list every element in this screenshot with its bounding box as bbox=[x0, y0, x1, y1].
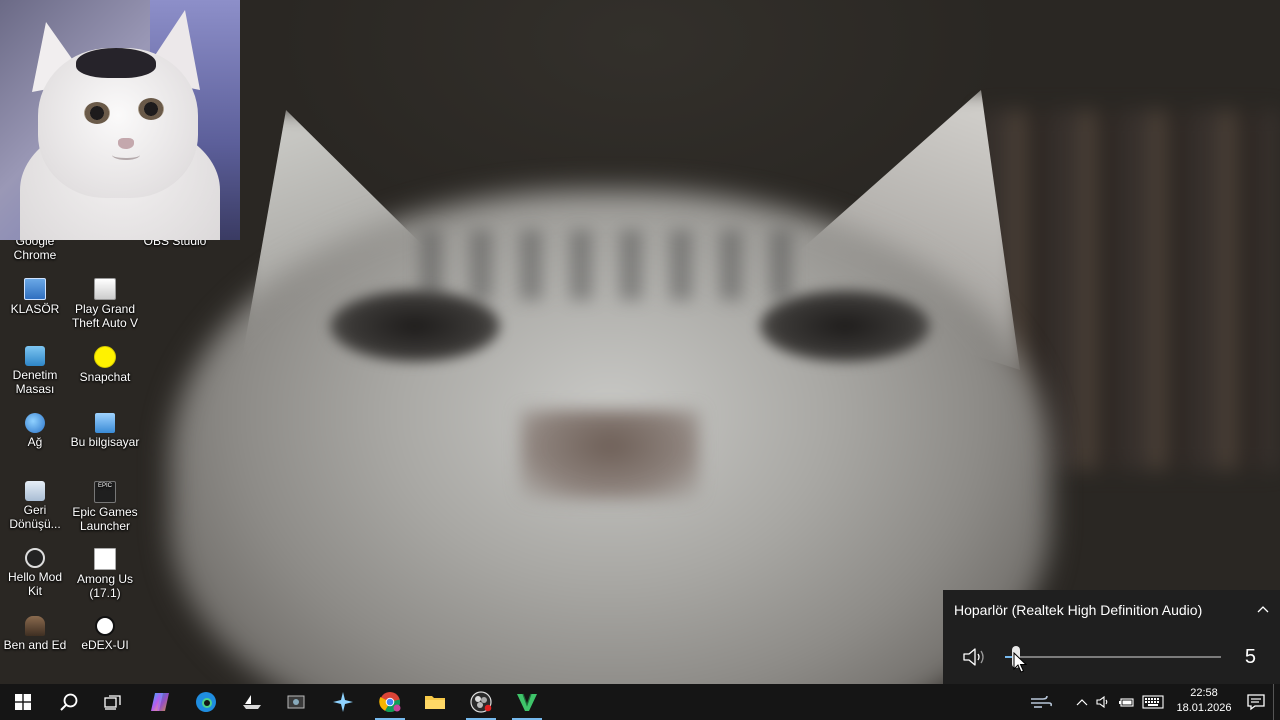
taskbar-app-1[interactable] bbox=[229, 684, 275, 720]
webcam-cat-eye-left bbox=[84, 102, 110, 124]
chrome-icon bbox=[379, 692, 401, 713]
desktop-icon-network[interactable]: Ağ bbox=[0, 413, 70, 449]
desktop-icon-label: Denetim Masası bbox=[12, 368, 58, 396]
taskbar-vegas[interactable] bbox=[504, 684, 550, 720]
task-view-icon bbox=[104, 695, 121, 710]
taskbar-edge[interactable] bbox=[183, 684, 229, 720]
taskbar-file-explorer[interactable] bbox=[412, 684, 458, 720]
webcam-cat-head-patch bbox=[76, 48, 156, 78]
taskbar-app-3[interactable] bbox=[320, 684, 366, 720]
webcam-overlay bbox=[0, 0, 240, 240]
desktop-icon-label: Epic Games Launcher bbox=[72, 505, 138, 533]
obs-icon bbox=[470, 691, 492, 713]
desktop-icon-label: eDEX-UI bbox=[81, 638, 129, 652]
notification-center-icon[interactable] bbox=[1246, 692, 1266, 712]
ben-and-ed-icon bbox=[25, 616, 45, 636]
hello-mod-kit-icon bbox=[25, 548, 45, 568]
tray-power[interactable] bbox=[1117, 684, 1137, 720]
desktop-icon-hello-mod-kit[interactable]: Hello Mod Kit bbox=[0, 548, 70, 598]
clock-time: 22:58 bbox=[1190, 687, 1218, 699]
desktop-icon-label: Snapchat bbox=[79, 370, 131, 384]
desktop-icon-this-pc[interactable]: Bu bilgisayar bbox=[70, 413, 140, 449]
star-app-icon bbox=[333, 692, 353, 712]
desktop-icon-label: Among Us (17.1) bbox=[76, 572, 134, 600]
network-icon bbox=[25, 413, 45, 433]
windows-start-icon bbox=[15, 694, 31, 710]
search-button[interactable] bbox=[46, 684, 92, 720]
edex-ui-icon bbox=[95, 616, 115, 636]
task-view-button[interactable] bbox=[90, 684, 136, 720]
taskbar-chrome[interactable] bbox=[367, 684, 413, 720]
desktop-icon-label: Play Grand Theft Auto V bbox=[71, 302, 139, 330]
search-icon bbox=[60, 693, 78, 711]
taskbar-app-2[interactable] bbox=[273, 684, 319, 720]
desktop-icon-label: KLASÖR bbox=[10, 302, 60, 316]
webcam-cat-mouth bbox=[112, 150, 140, 160]
start-button[interactable] bbox=[0, 684, 46, 720]
desktop-icon-label: Bu bilgisayar bbox=[70, 435, 140, 449]
boat-icon bbox=[243, 695, 261, 709]
copilot-icon bbox=[151, 693, 169, 711]
desktop-icon-snapchat[interactable]: Snapchat bbox=[70, 346, 140, 384]
clock-date: 18.01.2026 bbox=[1176, 702, 1232, 714]
speaker-mute-toggle-icon[interactable] bbox=[961, 646, 987, 668]
taskbar-obs[interactable] bbox=[458, 684, 504, 720]
tray-weather[interactable] bbox=[1026, 684, 1056, 720]
control-panel-icon bbox=[25, 346, 45, 366]
snapchat-icon bbox=[94, 346, 116, 368]
desktop-icon-klasor[interactable]: KLASÖR bbox=[0, 278, 70, 316]
chevron-up-icon bbox=[1076, 699, 1088, 706]
volume-slider[interactable] bbox=[1005, 646, 1221, 668]
desktop-icon-epic-games[interactable]: EPIC Epic Games Launcher bbox=[70, 481, 140, 533]
desktop-icon-label: Hello Mod Kit bbox=[7, 570, 63, 598]
volume-level-value: 5 bbox=[1244, 646, 1256, 668]
tray-keyboard[interactable] bbox=[1140, 684, 1166, 720]
desktop-icon-gta[interactable]: Play Grand Theft Auto V bbox=[70, 278, 140, 330]
webcam-cat-eye-right bbox=[138, 98, 164, 120]
folder-icon bbox=[24, 278, 46, 300]
webcam-cat-nose bbox=[118, 138, 134, 149]
speaker-icon bbox=[1096, 695, 1108, 709]
recycle-bin-icon bbox=[25, 481, 45, 501]
gta-icon bbox=[94, 278, 116, 300]
epic-games-icon: EPIC bbox=[94, 481, 116, 503]
vegas-icon bbox=[517, 693, 537, 711]
desktop-icon-recycle-bin[interactable]: Geri Dönüşü... bbox=[0, 481, 70, 531]
taskbar-clock[interactable]: 22:58 18.01.2026 bbox=[1174, 686, 1234, 716]
wallpaper-cat-stripes bbox=[420, 230, 820, 300]
desktop-icon-label: Geri Dönüşü... bbox=[9, 503, 61, 531]
wallpaper-cat-nose bbox=[520, 410, 700, 500]
desktop-icon-label: Ağ bbox=[27, 435, 43, 449]
desktop-icon-edex-ui[interactable]: eDEX-UI bbox=[70, 616, 140, 652]
folder-icon bbox=[425, 696, 445, 709]
weather-wind-icon bbox=[1031, 695, 1053, 708]
show-desktop-button[interactable] bbox=[1273, 684, 1280, 720]
keyboard-icon bbox=[1142, 695, 1164, 709]
tray-show-hidden[interactable] bbox=[1072, 684, 1092, 720]
wallpaper-cat-eye-left bbox=[330, 290, 500, 362]
this-pc-icon bbox=[95, 413, 115, 433]
taskbar-copilot[interactable] bbox=[137, 684, 183, 720]
wallpaper-cat-eye-right bbox=[760, 290, 930, 362]
desktop-icon-ben-and-ed[interactable]: Ben and Ed bbox=[0, 616, 70, 652]
taskbar: 22:58 18.01.2026 bbox=[0, 684, 1280, 720]
volume-flyout: Hoparlör (Realtek High Definition Audio)… bbox=[943, 590, 1280, 684]
chevron-up-icon[interactable] bbox=[1256, 602, 1270, 616]
edge-icon bbox=[196, 692, 216, 712]
mouse-pointer-icon bbox=[1013, 652, 1027, 673]
tray-volume[interactable] bbox=[1094, 684, 1114, 720]
desktop-icon-control-panel[interactable]: Denetim Masası bbox=[0, 346, 70, 396]
desktop-icon-label: Ben and Ed bbox=[3, 638, 67, 652]
desktop-icon-among-us[interactable]: Among Us (17.1) bbox=[70, 548, 140, 600]
among-us-icon bbox=[94, 548, 116, 570]
screenshot-icon bbox=[287, 695, 305, 709]
audio-device-name[interactable]: Hoparlör (Realtek High Definition Audio) bbox=[954, 602, 1202, 618]
battery-icon bbox=[1119, 698, 1134, 707]
